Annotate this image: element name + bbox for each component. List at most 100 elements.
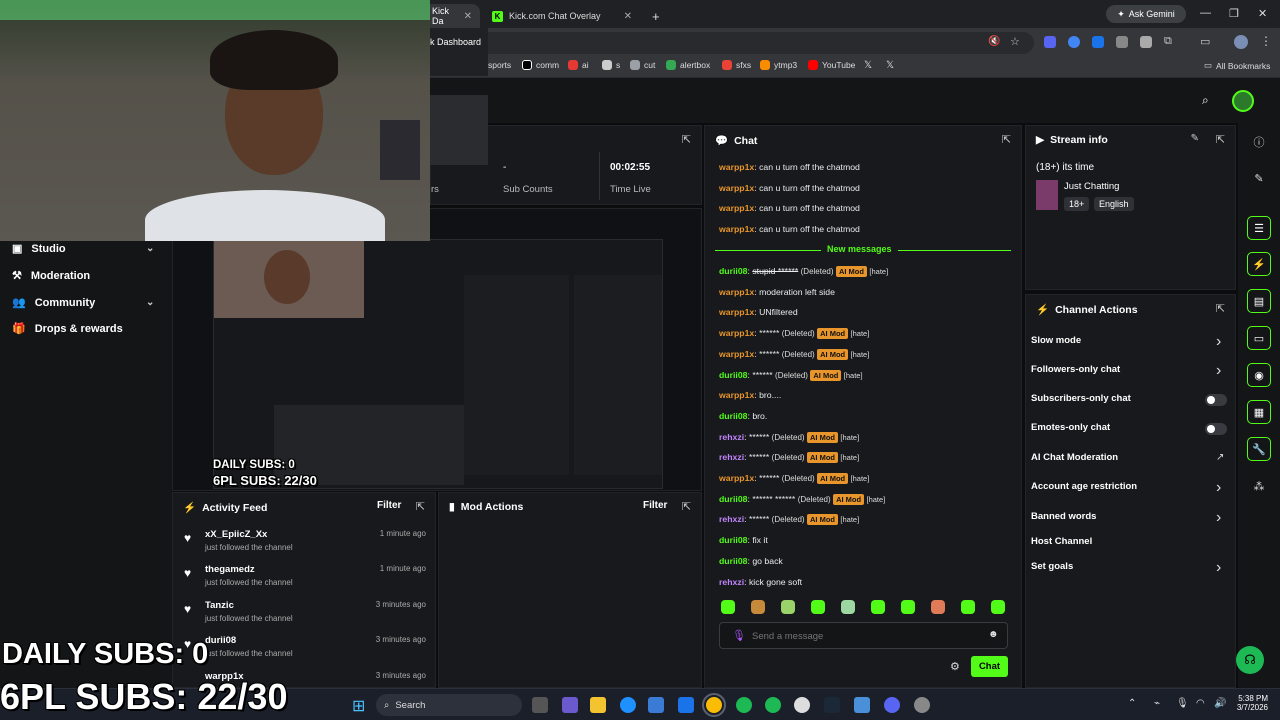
stream-category[interactable]: Just Chatting — [1064, 181, 1119, 192]
tab-kick-dashboard[interactable]: Kick Da ✕ — [424, 4, 480, 28]
chat-input[interactable] — [752, 628, 972, 644]
wifi-icon[interactable]: ◠ — [1196, 698, 1205, 709]
store-icon[interactable] — [648, 697, 664, 713]
chat-username[interactable]: rehxzi — [719, 514, 744, 524]
bookmark-item[interactable]: 𝕏 — [864, 60, 872, 71]
chat-username[interactable]: warpp1x — [719, 162, 754, 172]
extension-icon[interactable] — [1140, 36, 1152, 48]
chevron-right-icon[interactable]: › — [1216, 362, 1221, 380]
taskbar-search[interactable]: ⌕ Search — [376, 694, 522, 716]
channel-action-ai-chat-moderation[interactable]: AI Chat Moderation — [1031, 452, 1118, 463]
search-icon[interactable]: ⌕ — [1202, 93, 1209, 108]
channel-action-banned-words[interactable]: Banned words — [1031, 511, 1096, 522]
emote-icon[interactable] — [781, 600, 795, 614]
send-chat-button[interactable]: Chat — [971, 656, 1008, 677]
chat-widget-icon[interactable]: ☰ — [1247, 216, 1271, 240]
file-explorer-icon[interactable] — [590, 697, 606, 713]
new-tab-button[interactable]: + — [644, 4, 664, 28]
support-headset-icon[interactable]: ☊ — [1236, 646, 1264, 674]
bookmark-item[interactable]: sfxs — [722, 60, 751, 70]
chat-username[interactable]: warpp1x — [719, 203, 754, 213]
tab-chat-overlay[interactable]: K Kick.com Chat Overlay ✕ — [484, 4, 640, 28]
chat-input-box[interactable]: 🎙 ☻ — [719, 622, 1008, 649]
user-avatar[interactable] — [1232, 90, 1254, 112]
bookmark-item[interactable]: 𝕏 — [886, 60, 894, 71]
tray-chevron-icon[interactable]: ⌃ — [1128, 698, 1136, 709]
maximize-icon[interactable]: ❐ — [1229, 7, 1239, 20]
chat-username[interactable]: durii08 — [719, 411, 748, 421]
menu-dots-icon[interactable]: ⋮ — [1260, 34, 1272, 48]
sidebar-item-drops[interactable]: 🎁 Drops & rewards — [12, 322, 123, 336]
chevron-right-icon[interactable]: › — [1216, 479, 1221, 497]
expand-icon[interactable]: ⇱ — [1216, 302, 1225, 315]
edit-pencil-icon[interactable]: ✎ — [1191, 133, 1199, 144]
emote-icon[interactable] — [901, 600, 915, 614]
emote-icon[interactable] — [721, 600, 735, 614]
document-icon[interactable]: ▤ — [1247, 289, 1271, 313]
channel-action-account-age-restriction[interactable]: Account age restriction — [1031, 481, 1137, 492]
extension-icon[interactable] — [1092, 36, 1104, 48]
activity-user[interactable]: thegamedz — [205, 564, 255, 575]
emote-icon[interactable] — [931, 600, 945, 614]
close-window-icon[interactable]: ✕ — [1258, 7, 1267, 20]
spotify-icon[interactable] — [765, 697, 781, 713]
external-link-icon[interactable]: ↗ — [1216, 452, 1224, 463]
chat-username[interactable]: rehxzi — [719, 452, 744, 462]
sidebar-item-moderation[interactable]: ⚒ Moderation — [12, 269, 90, 283]
activity-user[interactable]: durii08 — [205, 635, 236, 646]
channel-action-set-goals[interactable]: Set goals — [1031, 561, 1073, 572]
emote-icon[interactable] — [871, 600, 885, 614]
toggle-switch[interactable] — [1205, 423, 1227, 435]
channel-action-subscribers-only-chat[interactable]: Subscribers-only chat — [1031, 393, 1131, 404]
expand-icon[interactable]: ⇱ — [682, 133, 691, 146]
chat-username[interactable]: warpp1x — [719, 349, 754, 359]
broadcast-icon[interactable]: ◉ — [1247, 363, 1271, 387]
app-icon[interactable] — [914, 697, 930, 713]
close-tab-icon[interactable]: ✕ — [624, 11, 632, 22]
obs-icon[interactable] — [794, 697, 810, 713]
apps-icon[interactable]: ⁂ — [1247, 474, 1271, 498]
profile-avatar[interactable] — [1234, 35, 1248, 49]
chat-settings-icon[interactable]: ⚙ — [950, 660, 960, 673]
volume-icon[interactable]: 🔊 — [1214, 698, 1226, 709]
bookmark-item[interactable]: YouTube — [808, 60, 855, 70]
chat-username[interactable]: warpp1x — [719, 224, 754, 234]
expand-icon[interactable]: ⇱ — [1216, 133, 1225, 146]
chevron-right-icon[interactable]: › — [1216, 509, 1221, 527]
emote-icon[interactable] — [991, 600, 1005, 614]
chrome-icon[interactable] — [702, 693, 726, 717]
channel-action-emotes-only-chat[interactable]: Emotes-only chat — [1031, 422, 1110, 433]
emote-icon[interactable] — [841, 600, 855, 614]
chat-username[interactable]: rehxzi — [719, 432, 744, 442]
bookmark-star-icon[interactable]: ☆ — [1010, 35, 1020, 48]
chat-username[interactable]: warpp1x — [719, 328, 754, 338]
chat-username[interactable]: durii08 — [719, 556, 748, 566]
channel-action-host-channel[interactable]: Host Channel — [1031, 536, 1092, 547]
bookmark-item[interactable]: comm — [522, 60, 559, 70]
edit-icon[interactable]: ✎ — [1247, 166, 1271, 190]
emote-icon[interactable] — [751, 600, 765, 614]
activity-user[interactable]: xX_EpiicZ_Xx — [205, 529, 267, 540]
lightning-icon[interactable]: ⚡ — [1247, 252, 1271, 276]
network-icon[interactable]: ⌁ — [1154, 698, 1160, 709]
clock[interactable]: 5:38 PM 3/7/2026 — [1228, 694, 1268, 712]
steam-icon[interactable] — [824, 697, 840, 713]
sidebar-item-studio[interactable]: ▣ Studio ⌄ — [12, 242, 154, 256]
message-icon[interactable]: ▭ — [1247, 326, 1271, 350]
toggle-switch[interactable] — [1205, 394, 1227, 406]
chat-username[interactable]: warpp1x — [719, 307, 754, 317]
mail-icon[interactable] — [678, 697, 694, 713]
extensions-puzzle-icon[interactable]: ⧉ — [1164, 35, 1172, 48]
ask-gemini-button[interactable]: ✦ Ask Gemini — [1106, 5, 1186, 23]
extension-icon[interactable] — [1116, 36, 1128, 48]
copilot-icon[interactable] — [562, 697, 578, 713]
edge-icon[interactable] — [620, 697, 636, 713]
mute-icon[interactable]: 🔇 — [988, 36, 1000, 47]
extension-icon[interactable] — [1044, 36, 1056, 48]
bookmark-item[interactable]: cut — [630, 60, 655, 70]
bookmark-item[interactable]: ytmp3 — [760, 60, 797, 70]
sidebar-item-community[interactable]: 👥 Community ⌄ — [12, 296, 154, 310]
channel-action-slow-mode[interactable]: Slow mode — [1031, 335, 1081, 346]
task-view-icon[interactable] — [532, 697, 548, 713]
emote-icon[interactable] — [961, 600, 975, 614]
